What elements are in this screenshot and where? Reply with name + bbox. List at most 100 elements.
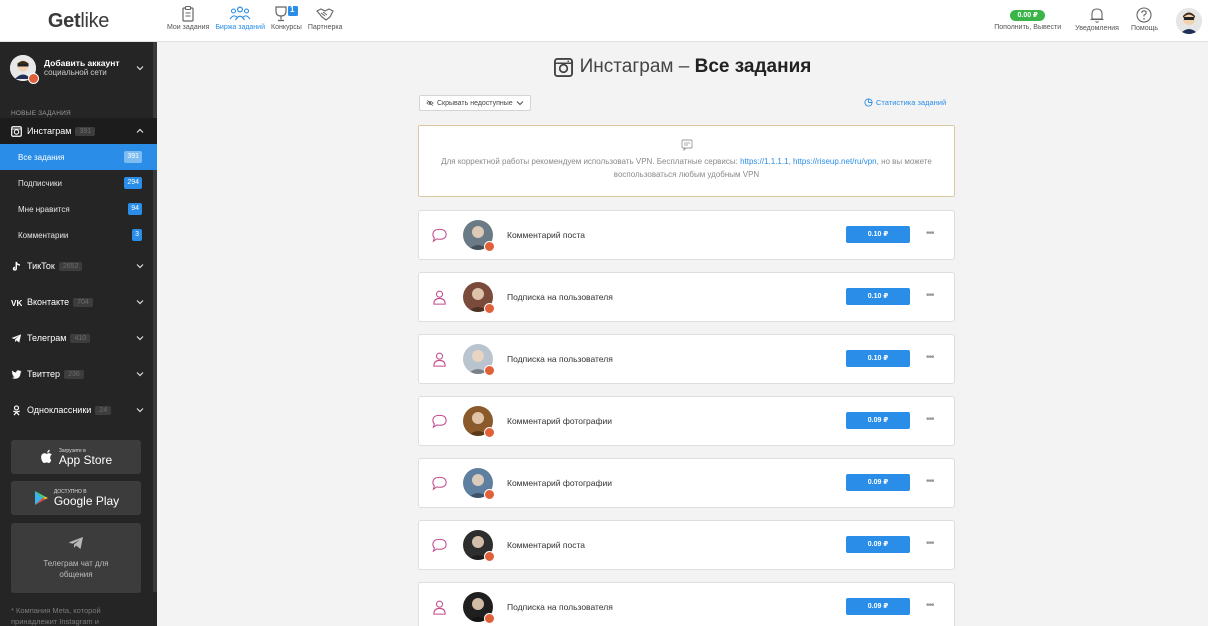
- task-label: Комментарий фотографии: [507, 416, 613, 426]
- task-row[interactable]: Подписка на пользователя 0.09 ₽ •••: [418, 582, 955, 626]
- top-bar: Get like Мои задания Биржа заданий 1 Конк…: [0, 0, 1208, 42]
- ok-icon: [12, 404, 21, 415]
- google-play-icon: [34, 491, 48, 505]
- network-name: Инстаграм: [27, 126, 72, 136]
- sidebar-item-followers[interactable]: Подписчики 294: [0, 170, 157, 196]
- network-count: 391: [75, 126, 96, 136]
- nav-label: Партнерка: [307, 24, 343, 31]
- notifications-button[interactable]: Уведомления: [1069, 0, 1125, 32]
- task-price-button[interactable]: 0.09 ₽: [846, 536, 910, 553]
- instagram-badge: [484, 303, 495, 314]
- chevron-down-icon: [516, 101, 524, 106]
- user-avatar[interactable]: [1176, 8, 1202, 34]
- more-options-icon[interactable]: •••: [926, 477, 934, 487]
- vpn-link-cloudflare[interactable]: https://1.1.1.1: [740, 157, 788, 166]
- task-price-button[interactable]: 0.10 ₽: [846, 350, 910, 367]
- task-label: Комментарий фотографии: [507, 478, 613, 488]
- google-play-button[interactable]: ДОСТУПНО В Google Play: [11, 481, 141, 515]
- chevron-down-icon: [136, 372, 144, 377]
- sidebar-item-telegram[interactable]: Телеграм 410: [0, 320, 157, 356]
- help-icon: [1136, 7, 1153, 23]
- instagram-icon: [11, 125, 22, 137]
- sidebar-item-odnoklassniki[interactable]: Одноклассники 24: [0, 392, 157, 428]
- comment-icon: [432, 476, 447, 491]
- section-label: НОВЫЕ ЗАДАНИЯ: [11, 110, 71, 117]
- network-count: 24: [95, 405, 112, 415]
- hide-unavailable-toggle[interactable]: Скрывать недоступные: [419, 95, 531, 111]
- task-label: Комментарий поста: [507, 540, 586, 550]
- sidebar-item-tiktok[interactable]: ТикТок 2652: [0, 248, 157, 284]
- more-options-icon[interactable]: •••: [926, 601, 934, 611]
- task-row[interactable]: Комментарий поста 0.09 ₽ •••: [418, 520, 955, 570]
- nav-label: Биржа заданий: [215, 24, 265, 31]
- sidebar-item-vk[interactable]: VK Вконтакте 704: [0, 284, 157, 320]
- task-list: Комментарий поста 0.10 ₽ ••• Подписка на по…: [418, 210, 955, 626]
- help-button[interactable]: Помощь: [1125, 0, 1164, 32]
- sidebar-item-instagram[interactable]: Инстаграм 391: [0, 118, 157, 144]
- count-badge: 94: [128, 203, 142, 215]
- network-name: ТикТок: [27, 261, 55, 271]
- add-account-button[interactable]: Добавить аккаунт социальной сети: [0, 42, 157, 94]
- sidebar-item-all-tasks[interactable]: Все задания 391: [0, 144, 157, 170]
- eye-off-icon: [426, 99, 434, 107]
- more-options-icon[interactable]: •••: [926, 229, 934, 239]
- trophy-icon: [275, 6, 299, 22]
- count-badge: 3: [132, 229, 142, 241]
- nav-label: Конкурсы: [271, 24, 302, 31]
- sidebar: Добавить аккаунт социальной сети НОВЫЕ З…: [0, 42, 157, 626]
- sidebar-item-twitter[interactable]: Твиттер 236: [0, 356, 157, 392]
- more-options-icon[interactable]: •••: [926, 353, 934, 363]
- sidebar-item-comments[interactable]: Комментарии 3: [0, 222, 157, 248]
- pie-chart-icon: [864, 98, 873, 107]
- more-options-icon[interactable]: •••: [926, 415, 934, 425]
- nav-contests[interactable]: 1 Конкурсы: [268, 0, 305, 31]
- task-price-button[interactable]: 0.09 ₽: [846, 474, 910, 491]
- network-name: Телеграм: [27, 333, 67, 343]
- notifications-label: Уведомления: [1075, 25, 1119, 32]
- user-icon: [433, 352, 446, 367]
- page-title: Инстаграм – Все задания: [157, 56, 1208, 78]
- meta-disclaimer: * Компания Meta, которой принадлежит Ins…: [11, 606, 101, 626]
- task-row[interactable]: Подписка на пользователя 0.10 ₽ •••: [418, 334, 955, 384]
- telegram-icon: [68, 537, 83, 549]
- task-price-button[interactable]: 0.09 ₽: [846, 598, 910, 615]
- task-row[interactable]: Комментарий фотографии 0.09 ₽ •••: [418, 458, 955, 508]
- apple-icon: [40, 449, 52, 463]
- task-avatar: [463, 468, 495, 500]
- task-label: Подписка на пользователя: [507, 354, 613, 364]
- logo[interactable]: Get like: [0, 0, 157, 42]
- task-statistics-link[interactable]: Статистика заданий: [864, 98, 946, 107]
- balance-label: Пополнить, Вывести: [994, 24, 1062, 31]
- task-price-button[interactable]: 0.09 ₽: [846, 412, 910, 429]
- telegram-chat-card[interactable]: Телеграм чат для общения: [11, 523, 141, 593]
- more-options-icon[interactable]: •••: [926, 291, 934, 301]
- balance-pill: 0.00 ₽: [1010, 10, 1045, 21]
- user-icon: [433, 290, 446, 305]
- balance-button[interactable]: 0.00 ₽ Пополнить, Вывести: [991, 0, 1069, 31]
- task-avatar: [463, 344, 495, 376]
- sidebar-item-likes[interactable]: Мне нравится 94: [0, 196, 157, 222]
- task-label: Подписка на пользователя: [507, 292, 613, 302]
- vpn-link-riseup[interactable]: https://riseup.net/ru/vpn: [793, 157, 877, 166]
- telegram-icon: [11, 333, 22, 343]
- instagram-badge: [484, 613, 495, 624]
- nav-my-tasks[interactable]: Мои задания: [164, 0, 212, 31]
- task-price-button[interactable]: 0.10 ₽: [846, 288, 910, 305]
- count-badge: 294: [124, 177, 142, 189]
- chevron-down-icon: [136, 66, 144, 71]
- task-row[interactable]: Комментарий поста 0.10 ₽ •••: [418, 210, 955, 260]
- svg-text:VK: VK: [11, 299, 22, 308]
- task-avatar: [463, 530, 495, 562]
- chevron-down-icon: [136, 336, 144, 341]
- chevron-up-icon: [136, 128, 144, 133]
- nav-task-exchange[interactable]: Биржа заданий: [212, 0, 268, 31]
- more-options-icon[interactable]: •••: [926, 539, 934, 549]
- task-price-button[interactable]: 0.10 ₽: [846, 226, 910, 243]
- help-label: Помощь: [1130, 25, 1158, 32]
- app-store-button[interactable]: Загрузите в App Store: [11, 440, 141, 474]
- nav-partner[interactable]: Партнерка: [305, 0, 346, 31]
- network-count: 410: [70, 333, 91, 343]
- task-row[interactable]: Подписка на пользователя 0.10 ₽ •••: [418, 272, 955, 322]
- comment-icon: [432, 538, 447, 553]
- task-row[interactable]: Комментарий фотографии 0.09 ₽ •••: [418, 396, 955, 446]
